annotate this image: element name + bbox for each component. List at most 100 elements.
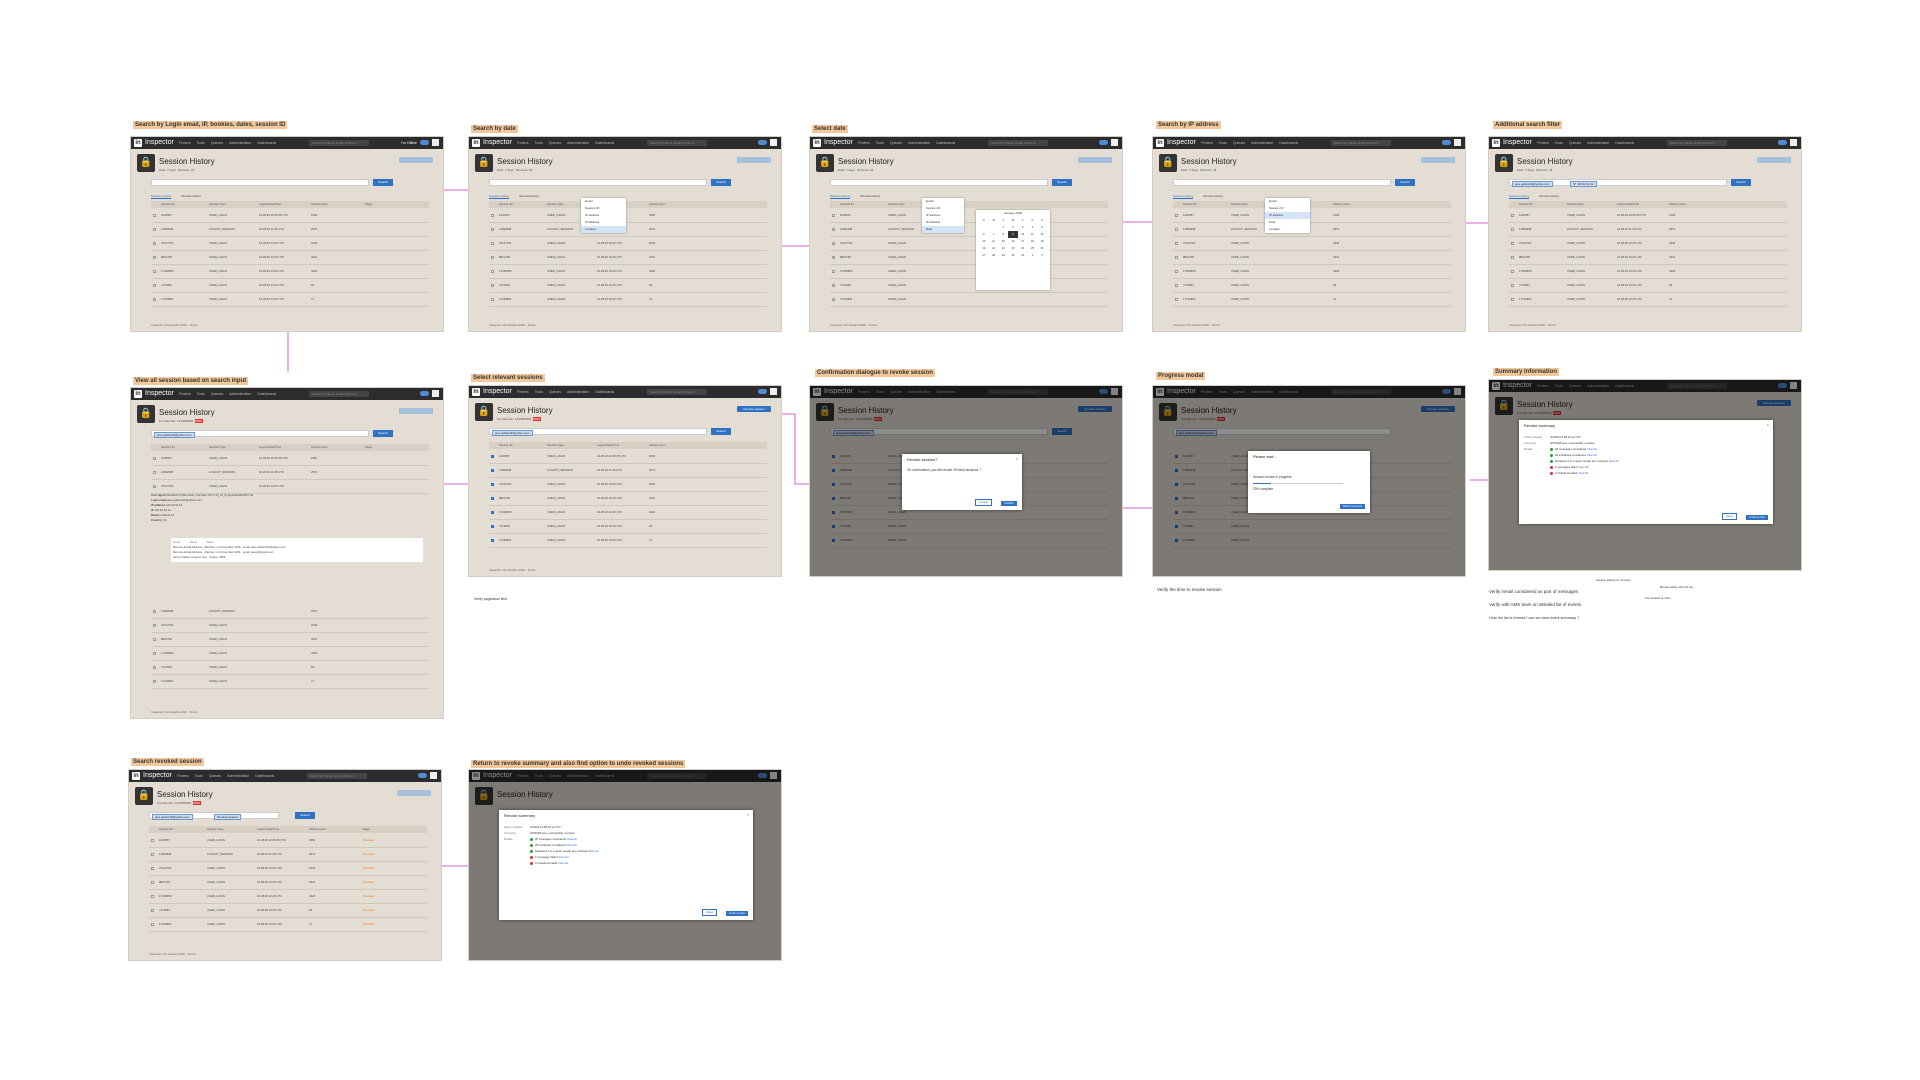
table-row[interactable]: 17139801 USER_LOGIN 10.28.20 10:43 UTC 71 [151, 293, 429, 307]
calendar-date[interactable]: 9 [1008, 231, 1018, 238]
table-row[interactable]: 17139801 USER_LOGIN 71 [151, 675, 429, 689]
calendar-date[interactable]: 4 [1028, 224, 1038, 231]
table-row[interactable]: 11992948 LOGOUT_SESSION 2572 [489, 223, 767, 237]
view-list-link[interactable]: View list [558, 855, 568, 859]
close-icon[interactable]: × [1767, 422, 1769, 427]
user-avatar[interactable] [1454, 139, 1461, 146]
search-button[interactable]: Search [1395, 179, 1415, 186]
table-row[interactable]: 37147761 USER_LOGIN 10.28.20 10:43 UTC 2232 [489, 237, 767, 251]
table-row[interactable]: 17198950 USER_LOGIN 10.28.20 10:43 UTC 4422 [1509, 265, 1787, 279]
submit-button[interactable]: Submit process [1339, 504, 1365, 509]
table-row[interactable]: 7173681 USER_LOGIN 10.28.20 10:43 UTC 64 [1509, 279, 1787, 293]
table-row[interactable]: 7173681 USER_LOGIN [830, 279, 1108, 293]
table-row[interactable]: 17139801 USER_LOGIN [830, 293, 1108, 307]
table-row[interactable]: 11992948 LOGOUT_SESSION 2572 [151, 605, 429, 619]
table-row[interactable]: 8821738 USER_LOGIN 3421 [151, 633, 429, 647]
table-row[interactable]: 17198950 USER_LOGIN 4422 [151, 647, 429, 661]
dropdown-item[interactable]: Session ID [581, 205, 626, 212]
user-avatar[interactable] [1790, 139, 1797, 146]
nav-links[interactable]: Finders Tools Queues Administration Dashboar… [1537, 140, 1640, 146]
calendar-date[interactable]: 16 [1008, 238, 1018, 245]
table-row[interactable]: 8821738 USER_LOGIN 10.28.20 10:43 UTC 3421 [489, 492, 767, 506]
calendar-date[interactable]: 2 [1008, 224, 1018, 231]
status-toggle[interactable] [1099, 140, 1108, 145]
table-row[interactable]: 11992948 LOGOUT_SESSION 2572 [1173, 223, 1451, 237]
dropdown-item[interactable]: IP address [1265, 212, 1310, 219]
user-avatar[interactable] [432, 139, 439, 146]
revoke-session-button[interactable] [737, 157, 771, 163]
calendar-date[interactable]: 11 [1028, 231, 1038, 238]
calendar-date[interactable]: 5 [1037, 224, 1047, 231]
table-row[interactable]: 37147761 USER_LOGIN 10.28.20 10:43 UTC 2232 [1509, 237, 1787, 251]
table-row[interactable]: 11992948 LOGOUT_SESSION 10.28.20 11:45 UTC… [151, 466, 429, 480]
status-toggle[interactable] [758, 140, 767, 145]
confirm-button[interactable]: Confirm [1001, 501, 1017, 506]
dropdown-item[interactable]: Session ID [922, 205, 964, 212]
table-row[interactable]: 11992948 LOGOUT_SESSION 10.28.20 11:45 UTC… [151, 223, 429, 237]
table-row[interactable]: 7173681 USER_LOGIN 10.28.20 10:43 UTC 64 Rev… [149, 904, 427, 918]
row-checkbox[interactable] [491, 497, 494, 500]
calendar-date[interactable]: 17 [1018, 238, 1028, 245]
dropdown-item[interactable]: IP address [581, 219, 626, 226]
tabs[interactable]: Session history Revoke history [1173, 194, 1233, 199]
calendar-date[interactable]: 2 [1037, 252, 1047, 259]
row-checkbox[interactable] [491, 525, 494, 528]
calendar-date[interactable]: 12 [1037, 231, 1047, 238]
revoke-session-button[interactable] [399, 157, 433, 163]
global-search-input[interactable]: Search by Name, Email, Phone # [307, 773, 367, 779]
dropdown-item[interactable]: IP address [922, 219, 964, 226]
search-button[interactable]: Search [373, 430, 393, 437]
dropdown-item[interactable]: Session ID [1265, 205, 1310, 212]
revoke-session-button[interactable] [1421, 157, 1455, 163]
global-search-input[interactable]: Search by Name, Email, Phone # [1667, 140, 1727, 146]
dropdown-item[interactable]: Date [922, 226, 964, 233]
global-search-input[interactable]: Search by Name, Email, Phone # [647, 140, 707, 146]
user-avatar[interactable] [770, 139, 777, 146]
dropdown-item[interactable]: IP address [581, 212, 626, 219]
revoke-session-button[interactable] [397, 790, 431, 796]
calendar-date[interactable]: 8 [998, 231, 1008, 238]
calendar-date[interactable]: 23 [1008, 245, 1018, 252]
calendar-date[interactable]: 31 [1018, 252, 1028, 259]
revoked-filter-chip[interactable]: Revoked session [214, 814, 242, 820]
nav-links[interactable]: Finders Tools Queues Administration Dashboar… [517, 389, 620, 395]
calendar-date[interactable]: 1 [998, 224, 1008, 231]
close-icon[interactable]: × [1016, 456, 1018, 461]
table-row[interactable]: 17139801 USER_LOGIN 10.28.20 10:43 UTC 71 [489, 293, 767, 307]
table-row[interactable]: 17198950 USER_LOGIN 4422 [1173, 265, 1451, 279]
table-row[interactable]: 1234567 USER_LOGIN 10.28.20 10:45:35 UTC 15… [151, 209, 429, 223]
table-row[interactable]: 17198950 USER_LOGIN 10.28.20 10:43 UTC 4422 [489, 265, 767, 279]
search-button[interactable]: Search [1731, 179, 1751, 186]
table-row[interactable]: 17198950 USER_LOGIN 10.28.20 10:43 UTC 4422… [149, 890, 427, 904]
search-button[interactable]: Search [1052, 179, 1072, 186]
table-row[interactable]: 8821738 USER_LOGIN 10.28.20 10:43 UTC 3421 [489, 251, 767, 265]
user-avatar[interactable] [1111, 139, 1118, 146]
calendar-date[interactable]: 10 [1018, 231, 1028, 238]
calendar-date[interactable]: 15 [998, 238, 1008, 245]
status-toggle[interactable] [418, 773, 427, 778]
table-row[interactable]: 37147761 USER_LOGIN 10.28.20 10:43 UTC 2232 [151, 237, 429, 251]
revoke-session-button[interactable] [1078, 157, 1112, 163]
search-input[interactable] [830, 179, 1048, 186]
global-search-input[interactable]: Search by Name, Email, Phone # [647, 389, 707, 395]
nav-links[interactable]: Finders Tools Queues Administration Dashboar… [858, 140, 961, 146]
table-row[interactable]: 37147761 USER_LOGIN [830, 237, 1108, 251]
search-type-dropdown[interactable]: Email Session ID IP address Date Locatio… [1265, 198, 1310, 233]
search-input[interactable]: jane.goldsmith@yahoo.com [151, 430, 369, 438]
tabs[interactable]: Session history Revoke history [830, 194, 890, 199]
status-toggle[interactable] [758, 389, 767, 394]
calendar-date[interactable]: 26 [1037, 245, 1047, 252]
calendar-date[interactable]: 28 [989, 252, 999, 259]
status-toggle[interactable] [1778, 140, 1787, 145]
row-checkbox[interactable] [491, 469, 494, 472]
table-row[interactable]: 17198950 USER_LOGIN [830, 265, 1108, 279]
undo-revoke-button[interactable]: Undo revoke [1746, 515, 1768, 520]
nav-links[interactable]: Finders Tools Queues Administration Dashboar… [179, 140, 282, 146]
nav-links[interactable]: Finders Tools Queues Administration Dashboar… [179, 391, 282, 397]
email-filter-chip[interactable]: jane.goldsmith@yahoo.com [154, 432, 195, 438]
global-search-input[interactable]: Search by Name, Email, Phone # [309, 140, 369, 146]
view-list-link[interactable]: View list [1587, 447, 1597, 451]
calendar-date[interactable]: 21 [989, 245, 999, 252]
status-toggle[interactable] [420, 140, 429, 145]
table-row[interactable]: 8821738 USER_LOGIN 3421 [1173, 251, 1451, 265]
